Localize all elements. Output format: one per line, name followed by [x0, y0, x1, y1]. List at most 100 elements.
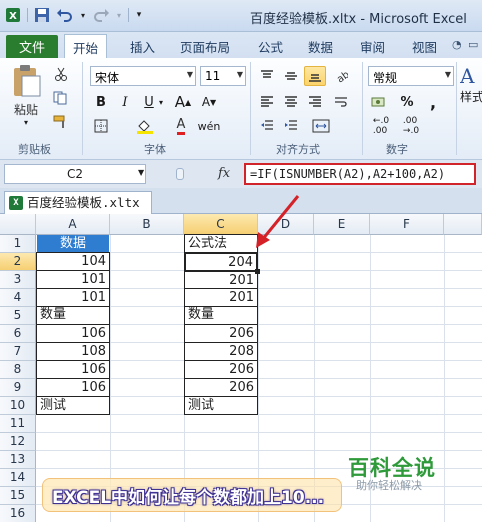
column-header-c[interactable]: C — [184, 214, 258, 235]
row-header[interactable]: 4 — [0, 289, 36, 307]
align-right-icon[interactable] — [304, 92, 326, 112]
underline-dropdown-icon[interactable]: ▾ — [156, 92, 166, 112]
workbook-tab[interactable]: X 百度经验模板.xltx — [4, 191, 152, 214]
column-header-f[interactable]: F — [370, 214, 444, 235]
decrease-decimal-icon[interactable]: .00 →.0 — [398, 116, 424, 136]
help-icon[interactable]: ◔ — [452, 38, 462, 51]
fill-handle[interactable] — [255, 269, 260, 274]
merge-center-icon[interactable] — [306, 116, 336, 136]
orientation-icon[interactable]: ab — [330, 66, 352, 86]
tab-file[interactable]: 文件 — [6, 35, 58, 58]
redo-icon[interactable] — [92, 6, 110, 24]
cell-a3[interactable]: 101 — [36, 270, 110, 289]
accounting-format-icon[interactable] — [368, 92, 390, 112]
cut-icon[interactable] — [50, 64, 72, 84]
save-icon[interactable] — [33, 6, 51, 24]
font-color-icon[interactable]: A — [170, 116, 192, 136]
redo-dropdown-icon[interactable]: ▾ — [115, 6, 123, 24]
cell-a2[interactable]: 104 — [36, 252, 110, 271]
increase-decimal-icon[interactable]: ←.0.00 — [368, 116, 394, 136]
name-box[interactable]: C2 — [4, 164, 146, 184]
styles-button[interactable]: A 样式 — [460, 64, 482, 124]
undo-icon[interactable] — [56, 6, 74, 24]
row-header[interactable]: 10 — [0, 397, 36, 415]
undo-dropdown-icon[interactable]: ▾ — [79, 6, 87, 24]
increase-font-size-button[interactable]: A ▲ — [172, 92, 194, 112]
cell-c9[interactable]: 206 — [184, 378, 258, 397]
row-header[interactable]: 9 — [0, 379, 36, 397]
fill-color-icon[interactable] — [134, 116, 156, 136]
cell-a8[interactable]: 106 — [36, 360, 110, 379]
row-header[interactable]: 14 — [0, 469, 36, 487]
italic-button[interactable]: I — [114, 92, 136, 112]
copy-icon[interactable] — [50, 88, 72, 108]
decrease-indent-icon[interactable] — [256, 116, 278, 136]
align-center-icon[interactable] — [280, 92, 302, 112]
cell-a10[interactable]: 测试 — [36, 396, 110, 415]
cell-c5[interactable]: 数量 — [184, 306, 258, 325]
font-size-combo[interactable]: 11 ▼ — [200, 66, 246, 86]
row-header[interactable]: 8 — [0, 361, 36, 379]
cell-c2[interactable]: 204 — [184, 252, 258, 272]
align-top-icon[interactable] — [256, 66, 278, 86]
wrap-text-icon[interactable] — [330, 92, 352, 112]
row-header[interactable]: 2 — [0, 253, 36, 271]
tab-formulas[interactable]: 公式 — [258, 37, 283, 56]
row-header[interactable]: 1 — [0, 235, 36, 253]
column-header-b[interactable]: B — [110, 214, 184, 235]
name-box-dropdown-icon[interactable]: ▼ — [138, 168, 144, 177]
formula-input[interactable]: =IF(ISNUMBER(A2),A2+100,A2) — [244, 163, 476, 185]
column-header-a[interactable]: A — [36, 214, 110, 235]
bold-button[interactable]: B — [90, 92, 112, 112]
row-header[interactable]: 3 — [0, 271, 36, 289]
row-header[interactable]: 7 — [0, 343, 36, 361]
phonetic-icon[interactable]: wén — [198, 116, 221, 136]
cell-c1[interactable]: 公式法 — [184, 234, 258, 253]
column-header-d[interactable]: D — [258, 214, 314, 235]
cell-a6[interactable]: 106 — [36, 324, 110, 343]
row-header[interactable]: 6 — [0, 325, 36, 343]
cell-c3[interactable]: 201 — [184, 271, 258, 289]
select-all-corner[interactable] — [0, 214, 36, 235]
tab-home[interactable]: 开始 — [64, 34, 108, 58]
cell-a9[interactable]: 106 — [36, 378, 110, 397]
cell-c8[interactable]: 206 — [184, 360, 258, 379]
tab-insert[interactable]: 插入 — [130, 37, 155, 56]
customize-qat-icon[interactable]: ▾ — [134, 6, 144, 24]
row-header[interactable]: 15 — [0, 487, 36, 505]
minimize-ribbon-icon[interactable]: ▭ — [468, 38, 478, 51]
increase-indent-icon[interactable] — [280, 116, 302, 136]
borders-icon[interactable] — [90, 116, 112, 136]
align-bottom-icon[interactable] — [304, 66, 326, 86]
cell-a4[interactable]: 101 — [36, 288, 110, 307]
paste-button[interactable]: 粘贴 ▾ — [8, 64, 44, 127]
cell-a1[interactable]: 数据 — [37, 235, 109, 253]
comma-style-button[interactable]: , — [422, 92, 444, 112]
row-header[interactable]: 11 — [0, 415, 36, 433]
cell-c6[interactable]: 206 — [184, 324, 258, 343]
tab-review[interactable]: 审阅 — [360, 37, 385, 56]
tab-view[interactable]: 视图 — [412, 37, 437, 56]
cell-c10[interactable]: 测试 — [184, 396, 258, 415]
insert-function-button[interactable]: fx — [218, 166, 230, 181]
cell-c4[interactable]: 201 — [184, 288, 258, 307]
cell-c7[interactable]: 208 — [184, 342, 258, 361]
cell-a7[interactable]: 108 — [36, 342, 110, 361]
excel-app-icon[interactable]: X — [4, 6, 22, 24]
percent-style-button[interactable]: % — [396, 92, 418, 112]
column-header-g[interactable] — [444, 214, 482, 235]
column-header-e[interactable]: E — [314, 214, 370, 235]
tab-data[interactable]: 数据 — [308, 37, 333, 56]
cell-a5[interactable]: 数量 — [36, 306, 110, 325]
align-left-icon[interactable] — [256, 92, 278, 112]
format-painter-icon[interactable] — [50, 112, 72, 132]
row-header[interactable]: 16 — [0, 505, 36, 522]
decrease-font-size-button[interactable]: A ▼ — [198, 92, 220, 112]
row-header[interactable]: 5 — [0, 307, 36, 325]
row-header[interactable]: 13 — [0, 451, 36, 469]
font-name-combo[interactable]: 宋体 ▼ — [90, 66, 196, 86]
row-header[interactable]: 12 — [0, 433, 36, 451]
align-middle-icon[interactable] — [280, 66, 302, 86]
tab-page-layout[interactable]: 页面布局 — [180, 37, 230, 56]
formula-bar-splitter[interactable] — [176, 168, 184, 180]
